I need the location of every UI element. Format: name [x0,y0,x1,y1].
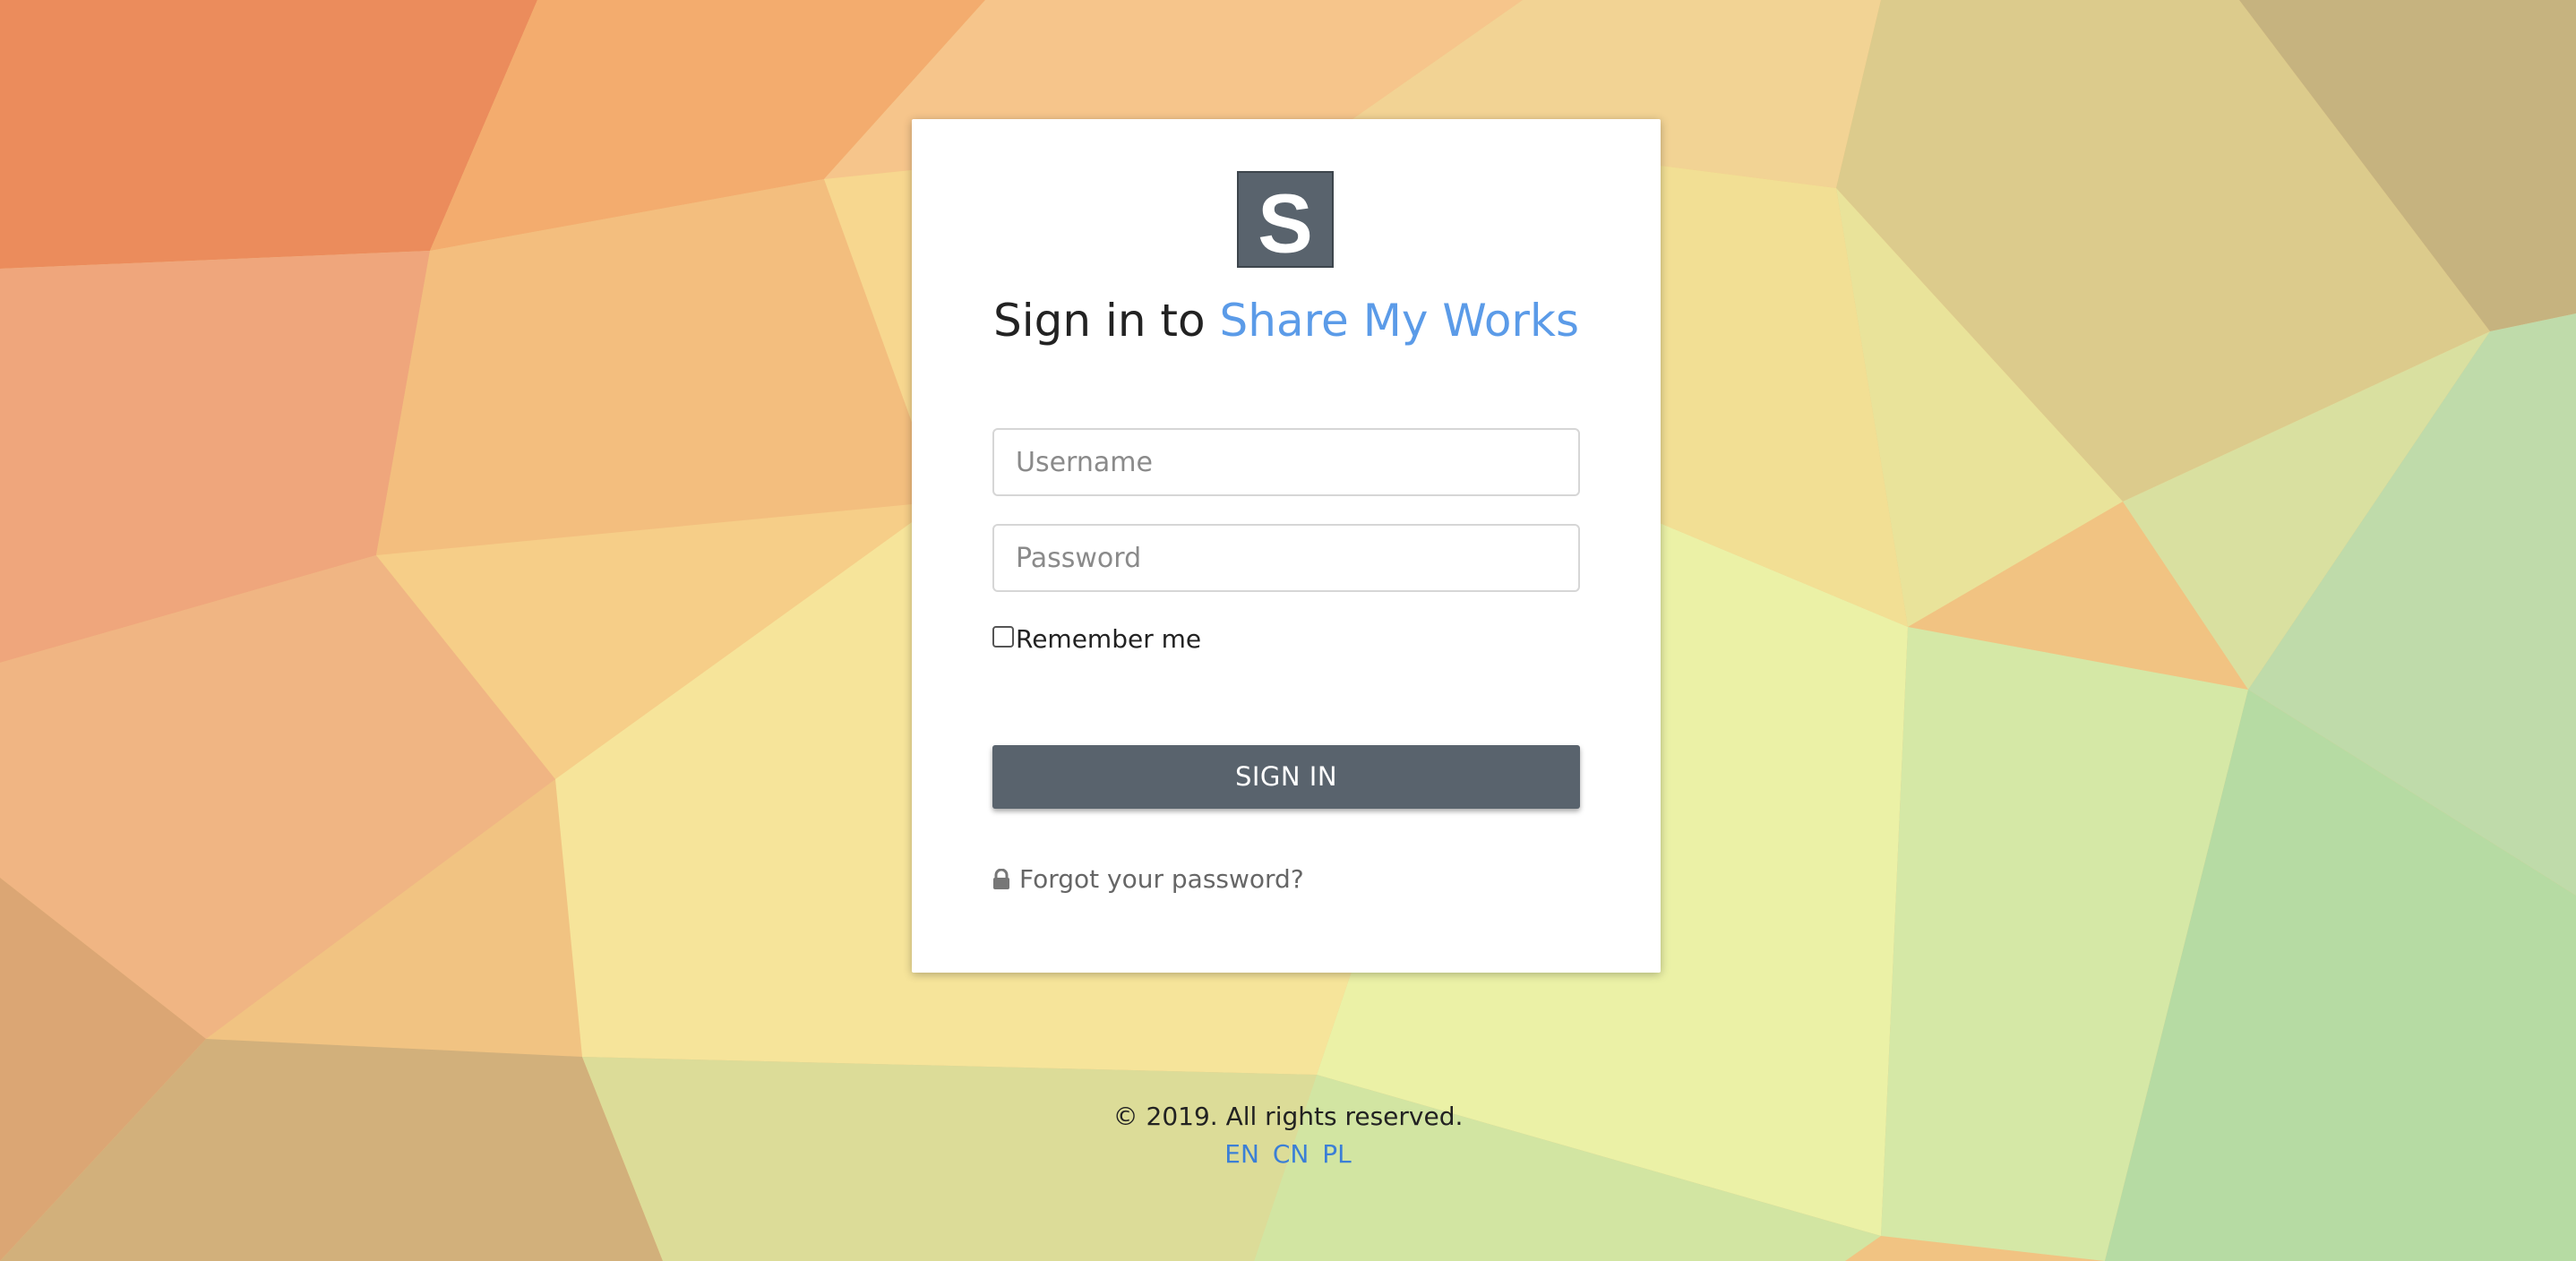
brand-name: Share My Works [1219,295,1579,347]
logo: S [1237,171,1334,268]
language-link-en[interactable]: EN [1224,1139,1259,1169]
title-prefix: Sign in to [993,295,1206,347]
forgot-password-link[interactable]: Forgot your password? [992,864,1304,894]
logo-s-icon: S [1258,177,1313,266]
remember-checkbox[interactable] [992,625,1014,648]
language-link-cn[interactable]: CN [1273,1139,1309,1169]
lock-icon [993,868,1009,889]
language-link-pl[interactable]: PL [1322,1139,1351,1169]
remember-me[interactable]: Remember me [992,624,1201,654]
language-switcher: EN CN PL [0,1139,2576,1169]
login-card: S Sign in to Share My Works Remember me … [912,119,1661,973]
sign-in-button[interactable]: SIGN IN [992,745,1580,809]
username-input[interactable] [994,430,1578,494]
remember-label: Remember me [1016,624,1202,654]
svg-text:S: S [1258,177,1313,266]
forgot-password-label: Forgot your password? [1019,864,1304,894]
password-input[interactable] [994,526,1578,590]
password-field[interactable] [992,524,1580,592]
username-field[interactable] [992,428,1580,496]
copyright: © 2019. All rights reserved. [1112,1102,1464,1131]
page-title: Sign in to Share My Works [912,295,1661,347]
